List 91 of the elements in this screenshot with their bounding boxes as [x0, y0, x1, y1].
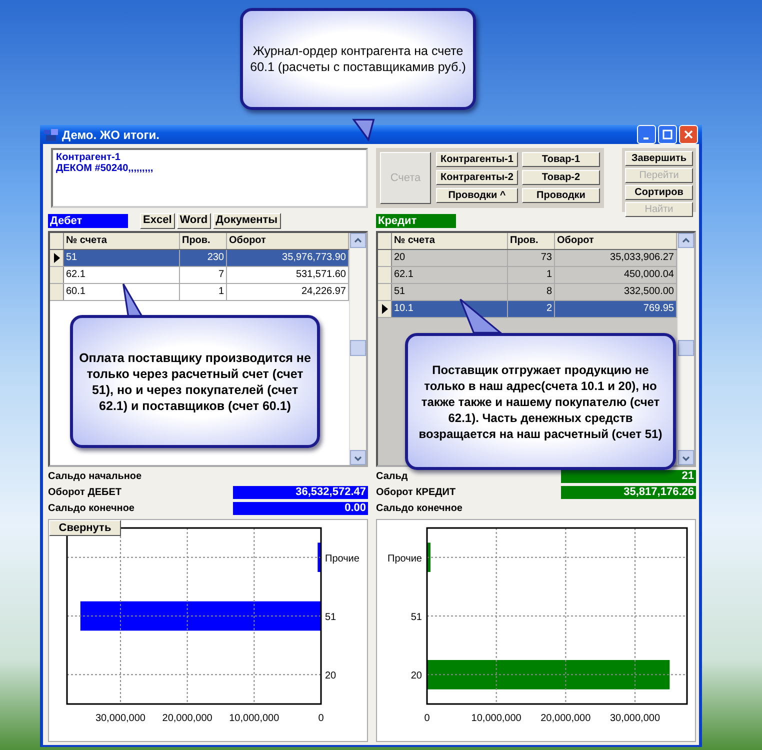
category-label: Прочие	[388, 553, 422, 564]
maximize-button[interactable]	[658, 125, 677, 144]
table-cell: 62.1	[392, 267, 508, 283]
tick-label: 20,000,000	[162, 713, 212, 724]
current-row-icon	[382, 304, 388, 314]
category-label: 51	[325, 612, 336, 623]
table-cell: 73	[508, 250, 555, 266]
table-cell: 1	[180, 284, 227, 300]
callout-text: Журнал-ордер контрагента на счете 60.1 (расчеты с поставщикамив руб.)	[249, 43, 467, 75]
window-title: Демо. ЖО итоги.	[62, 128, 160, 142]
table-cell: 8	[508, 284, 555, 300]
vertical-scrollbar[interactable]	[677, 233, 694, 465]
table-row[interactable]: 10.1 2 769.95	[378, 301, 677, 318]
row-indicator	[50, 284, 64, 300]
row-indicator	[378, 284, 392, 300]
summary-label: Сальдо начальное	[48, 470, 143, 482]
table-cell: 2	[508, 301, 555, 317]
table-cell: 35,976,773.90	[227, 250, 349, 266]
column-header[interactable]: Пров.	[508, 233, 555, 249]
nav-button[interactable]: Товар-1	[522, 152, 600, 167]
tick-label: 0	[318, 713, 324, 724]
summary-label: Оборот КРЕДИТ	[376, 486, 457, 498]
table-cell: 230	[180, 250, 227, 266]
category-label: 51	[410, 612, 422, 623]
scroll-up-button[interactable]	[350, 233, 366, 248]
nav-button[interactable]: Проводки	[522, 188, 600, 203]
table-row[interactable]: 20 73 35,033,906.27	[378, 250, 677, 267]
nav-button[interactable]: Контрагенты-1	[436, 152, 518, 167]
summary-label: Оборот ДЕБЕТ	[48, 486, 122, 498]
memo-line: Контрагент-1	[56, 152, 122, 163]
tick-label: 10,000,000	[471, 713, 522, 724]
vertical-scrollbar[interactable]	[349, 233, 366, 465]
scroll-down-button[interactable]	[678, 450, 694, 465]
counterparty-memo[interactable]: Контрагент-1 ДЕКОМ #50240,,,,,,,,,	[51, 148, 368, 208]
table-row[interactable]: 62.1 1 450,000.04	[378, 267, 677, 284]
table-row[interactable]: 51 230 35,976,773.90	[50, 250, 349, 267]
callout-text: Оплата поставщику производится не только через расчетный счет (счет 51), но и через покупателей (счет 62.1) и поставщиков (счет 60.1)	[79, 350, 311, 414]
maximize-icon	[662, 129, 673, 140]
scrollbar-thumb[interactable]	[350, 340, 366, 356]
export-button[interactable]: Word	[176, 212, 211, 228]
side-title: Дебет	[48, 214, 128, 228]
table-cell: 769.95	[555, 301, 677, 317]
nav-button[interactable]: Проводки ^	[436, 188, 518, 203]
table-cell: 51	[64, 250, 180, 266]
export-button[interactable]: Документы	[212, 212, 281, 228]
table-cell: 10.1	[392, 301, 508, 317]
summary-label: Сальдо конечное	[48, 502, 136, 514]
minimize-icon	[642, 136, 648, 140]
export-button[interactable]: Excel	[140, 212, 175, 228]
category-label: 20	[410, 670, 422, 682]
current-row-icon	[54, 253, 60, 263]
category-label: 20	[325, 670, 336, 682]
summary-label: Сальд	[376, 470, 409, 482]
side-title: Кредит	[376, 214, 456, 228]
table-cell: 62.1	[64, 267, 180, 283]
scroll-down-button[interactable]	[350, 450, 366, 465]
scrollbar-thumb[interactable]	[678, 340, 694, 356]
tick-label: 10,000,000	[229, 713, 280, 724]
close-icon	[683, 129, 694, 140]
table-cell: 7	[180, 267, 227, 283]
column-header[interactable]: № счета	[64, 233, 180, 249]
table-cell: 20	[392, 250, 508, 266]
minimize-button[interactable]	[637, 125, 656, 144]
summary-value: 35,817,176.26	[561, 486, 696, 498]
row-indicator	[50, 267, 64, 283]
column-header[interactable]: Пров.	[180, 233, 227, 249]
bar	[318, 542, 321, 572]
summary-label: Сальдо конечное	[376, 502, 464, 514]
tick-label: 30,000,000	[95, 713, 146, 724]
memo-line: ДЕКОМ #50240,,,,,,,,,	[56, 163, 154, 174]
summary-value: 0.00	[233, 502, 368, 514]
action-button[interactable]: Завершить	[625, 151, 693, 166]
close-button[interactable]	[679, 125, 698, 144]
table-row[interactable]: 62.1 7 531,571.60	[50, 267, 349, 284]
category-label: Прочие	[325, 553, 360, 564]
column-header[interactable]: № счета	[392, 233, 508, 249]
app-icon	[44, 128, 58, 140]
scroll-up-button[interactable]	[678, 233, 694, 248]
nav-button[interactable]: Товар-2	[522, 170, 600, 185]
table-cell: 1	[508, 267, 555, 283]
collapse-button[interactable]: Свернуть	[49, 520, 121, 536]
summary-value: 21	[561, 470, 696, 482]
row-indicator	[378, 267, 392, 283]
bar	[427, 542, 430, 572]
tick-label: 30,000,000	[610, 713, 660, 724]
summary-value: 36,532,572.47	[233, 486, 368, 498]
tick-label: 0	[424, 713, 430, 724]
action-button[interactable]: Сортиров	[625, 185, 693, 200]
callout-text: Поставщик отгружает продукцию не только в наш адрес(счета 10.1 и 20), но также также и нашему покупателю (счет 62.1). Часть денежных средств возращается на наш расчетный (счет 51)	[418, 362, 664, 442]
nav-button[interactable]: Контрагенты-2	[436, 170, 518, 185]
tick-label: 20,000,000	[540, 713, 591, 724]
